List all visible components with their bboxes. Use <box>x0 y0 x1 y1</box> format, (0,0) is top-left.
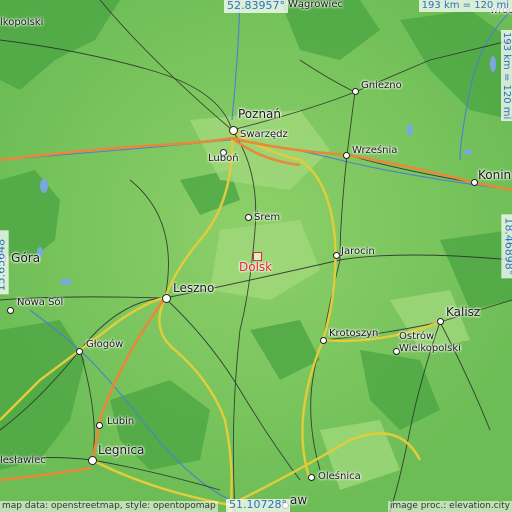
image-processing-credit: image proc.: elevation.city <box>387 501 512 512</box>
place-label-wagrowiec: Wągrowiec <box>288 0 343 10</box>
map-view[interactable]: lkopolski Wągrowiec wroc Gniezno Poznań … <box>0 0 512 512</box>
place-label-konin: Konin <box>478 168 512 182</box>
konin-city-dot <box>471 179 478 186</box>
legnica-city-dot <box>88 456 97 465</box>
map-attribution: map data: openstreetmap, style: opentopo… <box>0 501 218 512</box>
nowa-sol-city-dot <box>7 307 14 314</box>
place-label-jarocin: Jarocin <box>341 246 375 257</box>
scale-vertical: 193 km = 120 mi <box>501 30 512 122</box>
place-label-gniezno: Gniezno <box>361 80 402 91</box>
wrzesnia-city-dot <box>343 152 350 159</box>
place-label-poznan: Poznań <box>238 107 282 121</box>
poznan-city-dot <box>229 126 238 135</box>
place-label-krotoszyn: Krotoszyn <box>329 328 379 339</box>
scale-horizontal: 193 km = 120 mi <box>418 0 512 12</box>
place-label-srem: Śrem <box>254 212 281 223</box>
place-label-boleslawiec: lesławiec <box>0 455 46 466</box>
place-label-wroclaw: aw <box>290 493 308 507</box>
glogow-city-dot <box>76 348 83 355</box>
jarocin-city-dot <box>333 252 340 259</box>
place-label-kalisz: Kalisz <box>446 305 481 319</box>
leszno-city-dot <box>162 294 171 303</box>
place-label-ostrow: Ostrów <box>399 331 435 342</box>
place-label-leszno: Leszno <box>173 281 215 295</box>
place-label-glogow: Głogów <box>86 339 124 350</box>
place-label-nowa-sol: Nowa Sól <box>17 297 64 308</box>
place-label-olesnica: Oleśnica <box>318 471 361 482</box>
krotoszyn-city-dot <box>320 337 327 344</box>
olesnica-city-dot <box>308 474 315 481</box>
kalisz-city-dot <box>437 318 444 325</box>
place-label-lubin: Lubin <box>107 416 135 427</box>
longitude-left-label: 15.65648° <box>0 230 9 295</box>
place-label-lubon: Luboń <box>208 153 239 164</box>
lubin-city-dot <box>96 422 103 429</box>
place-label-wielkopolski: lkopolski <box>0 17 44 28</box>
latitude-top-label: 52.83957° <box>224 0 288 13</box>
place-label-legnica: Legnica <box>98 443 145 457</box>
place-label-swarzedz: Swarzędz <box>240 129 288 140</box>
target-location-label[interactable]: Dolsk <box>239 260 272 274</box>
latitude-bottom-label: 51.10728° <box>226 499 290 512</box>
gniezno-city-dot <box>352 88 359 95</box>
srem-city-dot <box>245 214 252 221</box>
place-label-wrzesnia: Września <box>352 145 398 156</box>
place-label-wielkopolski-2: Wielkopolski <box>399 343 461 354</box>
longitude-right-label: 18.46898° <box>501 214 512 279</box>
